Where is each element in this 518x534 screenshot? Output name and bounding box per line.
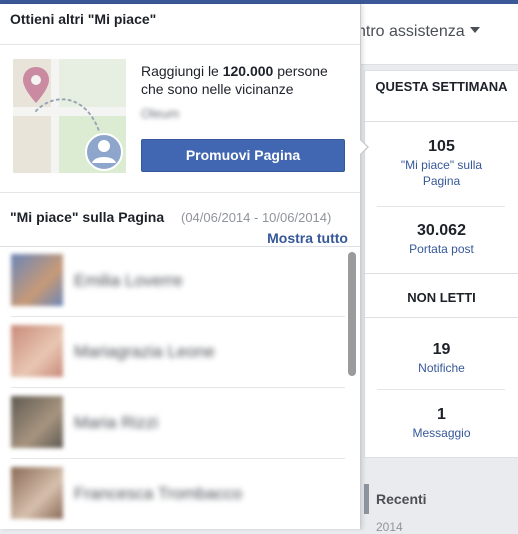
recent-year[interactable]: 2014 (376, 520, 403, 534)
map-illustration-icon (13, 59, 126, 173)
likes-list: Emilia Loverre Mariagrazia Leone Maria Riz… (0, 247, 360, 529)
stat-notifications-value: 19 (432, 341, 451, 358)
stat-likes-value: 105 (428, 138, 455, 155)
stat-reach[interactable]: 30.062 Portata post (365, 221, 518, 257)
avatar[interactable] (11, 325, 63, 377)
unread-heading: NON LETTI (407, 290, 476, 305)
divider (11, 387, 345, 388)
recent-section[interactable]: Recenti 2014 (364, 478, 518, 534)
likes-list-scrollbar[interactable] (348, 252, 356, 376)
person-name[interactable]: Francesca Trombacco (74, 484, 242, 504)
divider (0, 44, 360, 45)
show-all-link[interactable]: Mostra tutto (267, 230, 348, 246)
list-item[interactable]: Francesca Trombacco (0, 460, 345, 529)
this-week-heading: QUESTA SETTIMANA (375, 79, 508, 94)
stat-messages-value: 1 (437, 406, 446, 423)
divider (11, 458, 345, 459)
help-center-menu[interactable]: ntro assistenza (357, 23, 480, 41)
promo-text-part: Raggiungi le (141, 63, 223, 79)
list-item[interactable]: Mariagrazia Leone (0, 318, 345, 388)
avatar[interactable] (11, 254, 63, 306)
stat-messages[interactable]: 1 Messaggio (365, 405, 518, 441)
page-likes-date-range: (04/06/2014 - 10/06/2014) (181, 210, 332, 225)
popup-pointer-inner (359, 139, 367, 155)
stat-notifications-label[interactable]: Notifiche (365, 360, 518, 376)
stat-likes-label[interactable]: "Mi piace" sulla Pagina (387, 157, 497, 189)
stat-reach-label[interactable]: Portata post (365, 241, 518, 257)
promo-location: Oleum (141, 106, 180, 121)
divider (0, 192, 360, 193)
list-item[interactable]: Emilia Loverre (0, 247, 345, 317)
stat-likes[interactable]: 105 "Mi piace" sulla Pagina (365, 137, 518, 189)
avatar[interactable] (11, 396, 63, 448)
stat-messages-label[interactable]: Messaggio (365, 425, 518, 441)
person-name[interactable]: Maria Rizzi (74, 413, 158, 433)
get-more-likes-popup: Ottieni altri "Mi piace" Raggiungi le 12… (0, 4, 361, 529)
person-name[interactable]: Emilia Loverre (74, 271, 183, 291)
caret-down-icon (469, 27, 480, 33)
avatar[interactable] (11, 467, 63, 519)
promote-page-button[interactable]: Promuovi Pagina (141, 139, 345, 172)
promo-text: Raggiungi le 120.000 persone che sono ne… (141, 62, 341, 98)
list-item[interactable]: Maria Rizzi (0, 389, 345, 459)
help-center-label: ntro assistenza (357, 23, 465, 40)
popup-title: Ottieni altri "Mi piace" (10, 11, 157, 27)
promo-number: 120.000 (222, 63, 274, 79)
stat-reach-value: 30.062 (417, 222, 466, 239)
person-name[interactable]: Mariagrazia Leone (74, 342, 215, 362)
stat-notifications[interactable]: 19 Notifiche (365, 340, 518, 376)
recent-marker (364, 484, 369, 514)
stats-panel: QUESTA SETTIMANA 105 "Mi piace" sulla Pa… (364, 70, 518, 458)
divider (11, 316, 345, 317)
recent-title[interactable]: Recenti (376, 491, 427, 507)
page-likes-title: "Mi piace" sulla Pagina (10, 209, 165, 225)
